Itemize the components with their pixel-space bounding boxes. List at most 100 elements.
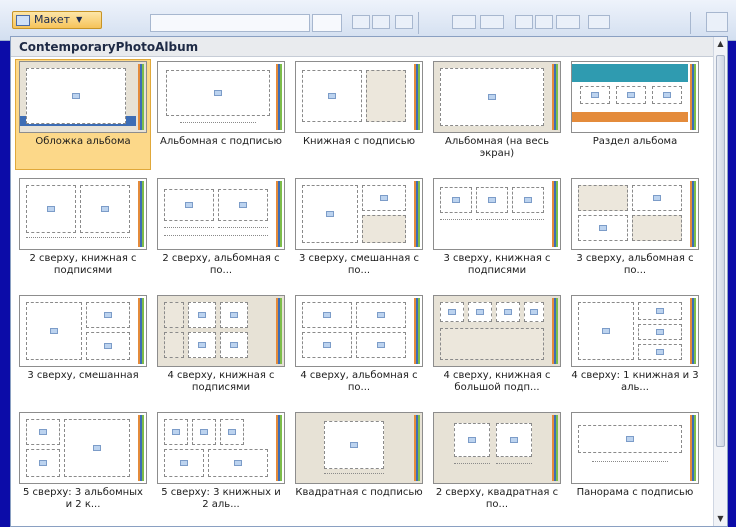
layout-option[interactable]: 5 сверху: 3 книжных и 2 аль...	[153, 410, 289, 521]
theme-color-stripes	[276, 64, 282, 130]
picture-placeholder-icon	[638, 324, 682, 340]
caption-placeholder	[164, 235, 268, 238]
picture-placeholder-icon	[164, 419, 188, 445]
theme-color-stripes	[414, 64, 420, 130]
picture-placeholder-icon	[324, 421, 384, 469]
font-shrink-icon[interactable]	[372, 15, 390, 29]
layout-option-label: 5 сверху: 3 альбомных и 2 к...	[23, 487, 143, 510]
layout-option[interactable]: Книжная с подписью	[291, 59, 427, 170]
layout-option[interactable]: 4 сверху, альбомная с по...	[291, 293, 427, 404]
caption-placeholder	[80, 237, 130, 240]
picture-placeholder-icon	[208, 449, 268, 477]
picture-placeholder-icon	[218, 189, 268, 221]
picture-placeholder-icon	[578, 215, 628, 241]
picture-placeholder-icon	[26, 419, 60, 445]
dropdown-arrow-icon: ▼	[76, 15, 83, 24]
clear-format-icon[interactable]	[395, 15, 413, 29]
theme-color-stripes	[138, 298, 144, 364]
picture-placeholder-icon	[302, 70, 362, 122]
layout-thumbnail	[433, 412, 561, 484]
layout-option-label: 3 сверху, книжная с подписями	[443, 253, 551, 276]
layout-option[interactable]: Квадратная с подписью	[291, 410, 427, 521]
text-placeholder	[164, 332, 184, 358]
line-spacing-icon[interactable]	[556, 15, 580, 29]
layout-option[interactable]: 2 сверху, альбомная с по...	[153, 176, 289, 287]
picture-placeholder-icon	[166, 70, 270, 116]
layout-thumbnail	[433, 61, 561, 133]
layout-option[interactable]: Раздел альбома	[567, 59, 703, 170]
decrease-indent-icon[interactable]	[515, 15, 533, 29]
layout-grid: Обложка альбома Альбомная с подписью Книжн…	[15, 59, 715, 521]
layout-option[interactable]: 4 сверху, книжная с подписями	[153, 293, 289, 404]
layout-thumbnail	[295, 178, 423, 250]
layout-option-label: Альбомная (на весь экран)	[445, 136, 549, 159]
picture-placeholder-icon	[496, 302, 520, 322]
theme-color-stripes	[552, 181, 558, 247]
picture-placeholder-icon	[616, 86, 646, 104]
layout-option[interactable]: Альбомная (на весь экран)	[429, 59, 565, 170]
layout-thumbnail	[157, 295, 285, 367]
layout-thumbnail	[19, 178, 147, 250]
picture-placeholder-icon	[356, 302, 406, 328]
theme-color-stripes	[276, 298, 282, 364]
layout-option[interactable]: Панорама с подписью	[567, 410, 703, 521]
caption-placeholder	[592, 461, 668, 464]
layout-option[interactable]: 3 сверху, книжная с подписями	[429, 176, 565, 287]
layout-button[interactable]: Макет ▼	[12, 11, 102, 29]
layout-option[interactable]: 4 сверху: 1 книжная и 3 аль...	[567, 293, 703, 404]
numbering-icon[interactable]	[480, 15, 504, 29]
layout-option[interactable]: 3 сверху, альбомная с по...	[567, 176, 703, 287]
picture-placeholder-icon	[192, 419, 216, 445]
ribbon-separator	[418, 12, 419, 34]
layout-option[interactable]: Альбомная с подписью	[153, 59, 289, 170]
text-placeholder	[632, 215, 682, 241]
layout-thumbnail	[157, 178, 285, 250]
picture-placeholder-icon	[86, 332, 130, 360]
layout-option-label: 4 сверху: 1 книжная и 3 аль...	[571, 370, 699, 393]
theme-color-stripes	[414, 298, 420, 364]
font-grow-icon[interactable]	[352, 15, 370, 29]
layout-option[interactable]: 2 сверху, книжная с подписями	[15, 176, 151, 287]
picture-placeholder-icon	[164, 449, 204, 477]
picture-placeholder-icon	[220, 302, 248, 328]
layout-thumbnail	[571, 295, 699, 367]
picture-placeholder-icon	[26, 449, 60, 477]
scroll-down-arrow-icon[interactable]: ▼	[714, 512, 727, 526]
layout-option-label: 3 сверху, альбомная с по...	[576, 253, 694, 276]
layout-option[interactable]: 3 сверху, смешанная с по...	[291, 176, 427, 287]
color-band	[572, 64, 688, 82]
layout-option[interactable]: Обложка альбома	[15, 59, 151, 170]
layout-option[interactable]: 4 сверху, книжная с большой подп...	[429, 293, 565, 404]
picture-placeholder-icon	[476, 187, 508, 213]
caption-placeholder	[26, 237, 76, 240]
font-name-box[interactable]	[150, 14, 310, 32]
layout-option-label: 5 сверху: 3 книжных и 2 аль...	[161, 487, 281, 510]
picture-placeholder-icon	[80, 185, 130, 233]
layout-option[interactable]: 2 сверху, квадратная с по...	[429, 410, 565, 521]
picture-placeholder-icon	[468, 302, 492, 322]
picture-placeholder-icon	[440, 187, 472, 213]
layout-option[interactable]: 5 сверху: 3 альбомных и 2 к...	[15, 410, 151, 521]
picture-placeholder-icon	[632, 185, 682, 211]
increase-indent-icon[interactable]	[535, 15, 553, 29]
picture-placeholder-icon	[496, 423, 532, 457]
picture-placeholder-icon	[26, 185, 76, 233]
picture-placeholder-icon	[64, 419, 130, 477]
picture-placeholder-icon	[220, 419, 244, 445]
shape-icon[interactable]	[706, 12, 728, 32]
picture-placeholder-icon	[638, 302, 682, 320]
bullets-icon[interactable]	[452, 15, 476, 29]
picture-placeholder-icon	[86, 302, 130, 328]
text-direction-icon[interactable]	[588, 15, 610, 29]
layout-option-label: 3 сверху, смешанная	[27, 370, 139, 381]
scroll-up-arrow-icon[interactable]: ▲	[714, 37, 727, 51]
font-size-box[interactable]	[312, 14, 342, 32]
scroll-thumb[interactable]	[716, 55, 725, 447]
caption-placeholder	[180, 122, 256, 125]
picture-placeholder-icon	[26, 68, 126, 124]
layout-option[interactable]: 3 сверху, смешанная	[15, 293, 151, 404]
gallery-scrollbar[interactable]: ▲ ▼	[713, 37, 727, 526]
caption-placeholder	[496, 463, 532, 466]
picture-placeholder-icon	[188, 332, 216, 358]
caption-placeholder	[218, 227, 268, 230]
